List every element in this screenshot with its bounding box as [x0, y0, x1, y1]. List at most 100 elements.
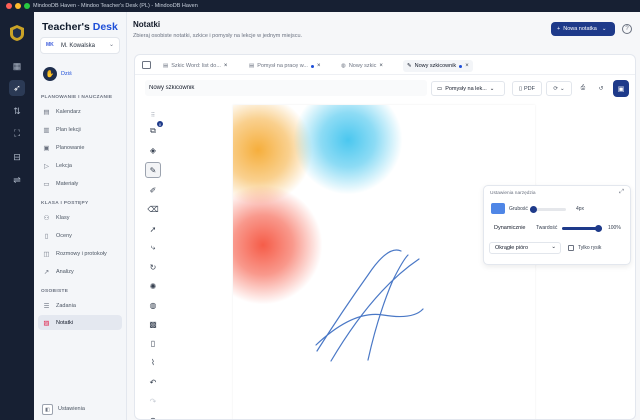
- tab-idea[interactable]: ▤ Pomysł na pracę w... ×: [249, 60, 320, 72]
- pen-tip-select[interactable]: Okrągłe pióro ⌄: [489, 242, 561, 254]
- user-switcher[interactable]: MK M. Kowalska ⌄: [40, 37, 120, 54]
- clipboard-icon: ▣: [43, 144, 50, 152]
- sidebar-item-label: Oceny: [56, 232, 72, 239]
- dashboard-icon[interactable]: ▦: [9, 58, 25, 74]
- sidebar-item-label: Zadania: [56, 302, 76, 309]
- history-button[interactable]: ↺: [594, 81, 608, 96]
- doc-icon: ▤: [163, 63, 169, 69]
- close-icon[interactable]: ×: [465, 63, 469, 69]
- pen-tip-label: Okrągłe pióro: [495, 245, 529, 251]
- save-button[interactable]: ▣: [613, 80, 629, 97]
- sidebar-item-timetable[interactable]: ▥ Plan lekcji: [38, 122, 122, 137]
- file-icon: ▯: [518, 85, 523, 92]
- width-slider[interactable]: [530, 206, 566, 213]
- image-icon[interactable]: ▩: [145, 316, 161, 332]
- eraser-icon[interactable]: ⌫: [145, 201, 161, 217]
- app-logo-icon: [10, 25, 24, 41]
- sync-arrows-icon[interactable]: ⇅: [9, 103, 25, 119]
- redo-icon[interactable]: ↷: [145, 393, 161, 409]
- stylus-only-checkbox[interactable]: [568, 245, 574, 251]
- settings-button[interactable]: ◧ Ustawienia: [38, 402, 122, 417]
- chevron-down-icon: ⌄: [601, 26, 607, 32]
- close-icon[interactable]: ×: [379, 63, 383, 69]
- new-note-button[interactable]: + Nowa notatka ⌄: [551, 22, 615, 36]
- sidebar-item-tasks[interactable]: ☰ Zadania: [38, 298, 122, 313]
- window-controls[interactable]: [6, 3, 30, 9]
- sidebar-item-label: Kalendarz: [56, 108, 81, 115]
- hand-icon: ✋: [43, 67, 57, 81]
- sidebar-item-classes[interactable]: ⚇ Klasy: [38, 210, 122, 225]
- tab-new-sketchbook[interactable]: ✎ Nowy szkicownik ×: [403, 60, 473, 72]
- tab-label: Pomysł na pracę w...: [257, 63, 308, 69]
- checklist-icon: ☰: [43, 302, 50, 310]
- stack-icon[interactable]: ◈: [145, 142, 161, 158]
- doc-icon: ▤: [249, 63, 255, 69]
- save-icon: ▣: [617, 85, 625, 93]
- sidebar-item-calendar[interactable]: ▤ Kalendarz: [38, 104, 122, 119]
- laser-icon[interactable]: ✺: [145, 278, 161, 294]
- hardness-slider-knob[interactable]: [595, 225, 602, 232]
- export-pdf-button[interactable]: ▯ PDF: [512, 81, 542, 96]
- sync-button[interactable]: ⟳ ⌄: [546, 81, 572, 96]
- sidebar-item-label: Rozmowy i protokoły: [56, 250, 107, 257]
- tab-label: Nowy szkicownik: [414, 63, 457, 69]
- sidebar-item-today[interactable]: ✋ Dziś: [40, 66, 120, 84]
- close-window-button[interactable]: [6, 3, 12, 9]
- close-icon[interactable]: ×: [317, 63, 321, 69]
- sidebar-toggle-icon[interactable]: [142, 61, 151, 69]
- palette-icon[interactable]: ◍: [145, 297, 161, 313]
- sliders-icon[interactable]: ⇌: [9, 172, 25, 188]
- grid-icon: ▥: [43, 126, 50, 134]
- section-title: OSOBISTE: [41, 289, 69, 294]
- color-swatch[interactable]: [491, 203, 505, 214]
- select-icon[interactable]: ➚: [145, 221, 161, 237]
- width-label: Grubość: [509, 206, 528, 212]
- lasso-icon[interactable]: ↻: [145, 259, 161, 275]
- folder-icon: ▭: [43, 180, 50, 188]
- new-note-label: Nowa notatka: [563, 26, 597, 32]
- help-icon[interactable]: ?: [622, 24, 632, 34]
- note-title-input[interactable]: [145, 80, 427, 96]
- print-button[interactable]: ⎙: [576, 81, 590, 96]
- scan-icon[interactable]: ⛶: [9, 125, 25, 141]
- close-icon[interactable]: ×: [224, 63, 228, 69]
- window-title: MindooDB Haven - Mindoo Teacher's Desk (…: [33, 3, 198, 9]
- sidebar-item-label: Planowanie: [56, 144, 85, 151]
- hardness-slider[interactable]: [562, 225, 602, 232]
- database-icon[interactable]: ⊟: [9, 149, 25, 165]
- highlighter-icon[interactable]: ✐: [145, 182, 161, 198]
- sidebar-item-planning[interactable]: ▣ Planowanie: [38, 140, 122, 155]
- sidebar-item-analytics[interactable]: ↗ Analizy: [38, 264, 122, 279]
- expand-icon[interactable]: ⤢: [619, 189, 624, 196]
- avatar: MK: [46, 42, 54, 48]
- chat-icon: ◫: [43, 250, 50, 258]
- dynamic-toggle[interactable]: Dynamicznie: [489, 222, 531, 234]
- pen-stroke: [316, 249, 402, 352]
- sidebar: Teacher's Desk MK M. Kowalska ⌄ ✋ Dziś P…: [34, 12, 127, 420]
- tab-word-draft[interactable]: ▤ Szkic Word: list do... ×: [163, 60, 227, 72]
- palette-icon: ◍: [341, 63, 346, 69]
- tab-new-sketch[interactable]: ◍ Nowy szkic ×: [341, 60, 383, 72]
- zoom-window-button[interactable]: [24, 3, 30, 9]
- page-icon[interactable]: ▯: [145, 335, 161, 351]
- sidebar-item-notes[interactable]: ▨ Notatki: [38, 315, 122, 330]
- zoom-in-icon[interactable]: ⊕: [145, 412, 161, 420]
- sidebar-item-materials[interactable]: ▭ Materiały: [38, 176, 122, 191]
- sidebar-item-conversations[interactable]: ◫ Rozmowy i protokoły: [38, 246, 122, 261]
- sidebar-item-label: Dziś: [61, 71, 72, 77]
- attach-icon[interactable]: ⌇: [145, 354, 161, 370]
- layers-icon[interactable]: ⧉ 0: [145, 121, 163, 139]
- rocket-icon[interactable]: ➶: [9, 80, 25, 96]
- curve-icon[interactable]: ⤷: [145, 240, 161, 256]
- sync-icon: ⟳: [553, 85, 558, 92]
- settings-icon: ◧: [42, 404, 53, 415]
- sidebar-item-lesson[interactable]: ▷ Lekcja: [38, 158, 122, 173]
- folder-select[interactable]: ▭ Pomysły na lek... ⌄: [431, 81, 505, 96]
- pen-icon[interactable]: ✎: [145, 162, 161, 178]
- sidebar-item-grades[interactable]: ▯ Oceny: [38, 228, 122, 243]
- note-toolbar: ▭ Pomysły na lek... ⌄ ▯ PDF ⟳ ⌄ ⎙ ↺ ▣: [135, 75, 635, 101]
- undo-icon[interactable]: ↶: [145, 374, 161, 390]
- trend-icon: ↗: [43, 268, 50, 276]
- minimize-window-button[interactable]: [15, 3, 21, 9]
- width-slider-knob[interactable]: [530, 206, 537, 213]
